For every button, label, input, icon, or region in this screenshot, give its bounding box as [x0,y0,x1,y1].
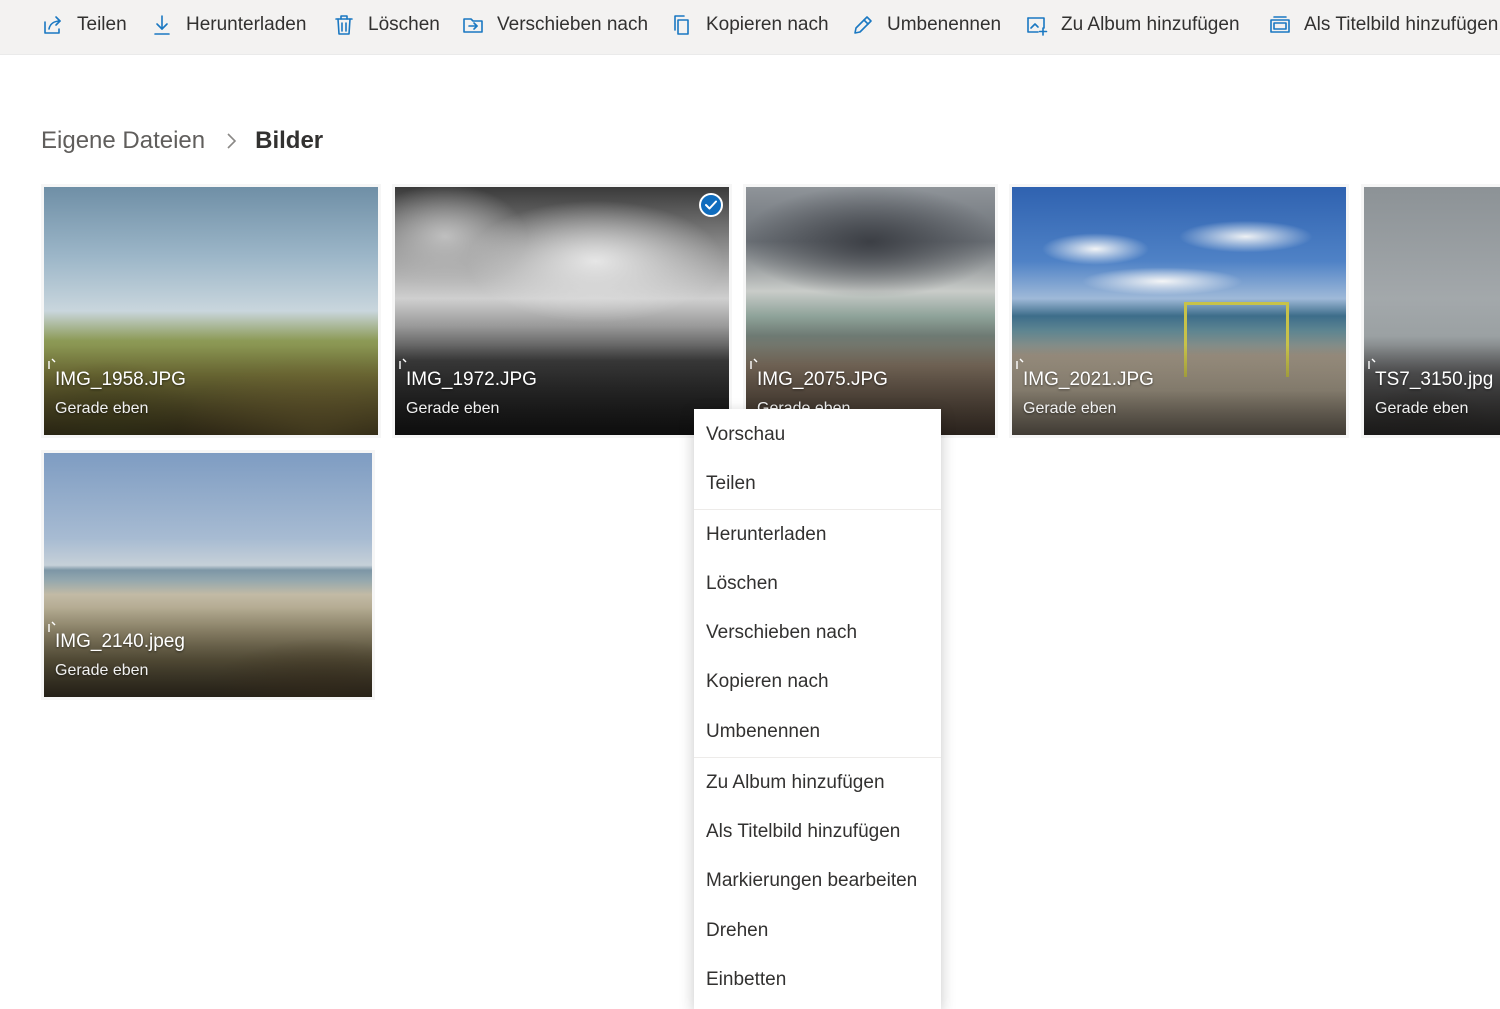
menu-item-move-to[interactable]: Verschieben nach [694,608,941,657]
breadcrumb-current-folder: Bilder [255,127,324,154]
file-tile[interactable]: TS7_3150.jpg Gerade eben [1364,187,1500,435]
file-date: Gerade eben [1023,400,1117,417]
menu-item-set-cover[interactable]: Als Titelbild hinzufügen [694,807,941,856]
menu-item-share[interactable]: Teilen [694,459,941,508]
context-menu: Vorschau Teilen Herunterladen Löschen Ve… [694,409,941,1009]
file-tile-selected[interactable]: IMG_1972.JPG Gerade eben [395,187,729,435]
file-name: IMG_1972.JPG [406,369,537,390]
file-tile[interactable]: IMG_2140.jpeg Gerade eben [44,453,372,697]
file-tile[interactable]: IMG_2021.JPG Gerade eben [1012,187,1346,435]
breadcrumb: Eigene Dateien Bilder [41,124,323,158]
download-icon [154,15,170,35]
set-cover-label: Als Titelbild hinzufügen [1304,14,1499,35]
add-to-album-button[interactable]: Zu Album hinzufügen [1025,0,1240,50]
file-name: IMG_1958.JPG [55,369,186,390]
breadcrumb-my-files[interactable]: Eigene Dateien [41,127,205,155]
file-tile[interactable]: IMG_1958.JPG Gerade eben [44,187,378,435]
copy-icon [674,15,689,35]
move-to-button[interactable]: Verschieben nach [461,0,648,50]
menu-item-download[interactable]: Herunterladen [694,510,941,559]
copy-to-label: Kopieren nach [706,14,829,35]
menu-item-edit-tags[interactable]: Markierungen bearbeiten [694,856,941,905]
menu-item-copy-to[interactable]: Kopieren nach [694,657,941,706]
rename-button[interactable]: Umbenennen [851,0,1001,50]
move-to-icon [463,18,483,33]
pencil-icon [854,16,872,34]
add-to-album-label: Zu Album hinzufügen [1061,14,1240,35]
selected-checkmark-icon[interactable] [699,193,723,217]
file-tile[interactable]: IMG_2075.JPG Gerade eben [746,187,995,435]
file-date: Gerade eben [1375,400,1469,417]
share-button[interactable]: Teilen [41,0,127,50]
file-date: Gerade eben [406,400,500,417]
menu-item-embed[interactable]: Einbetten [694,955,941,1004]
download-button[interactable]: Herunterladen [150,0,306,50]
file-name: IMG_2140.jpeg [55,631,185,652]
copy-to-button[interactable]: Kopieren nach [670,0,829,50]
chevron-right-icon [225,132,237,150]
add-to-album-icon [1027,17,1048,36]
rename-label: Umbenennen [887,14,1002,35]
download-label: Herunterladen [186,14,307,35]
command-bar: Teilen Herunterladen Löschen Verschieben… [0,0,1500,55]
share-label: Teilen [77,14,127,35]
trash-icon [335,15,353,35]
file-name: IMG_2075.JPG [757,369,888,390]
set-cover-button[interactable]: Als Titelbild hinzufügen [1268,0,1498,50]
menu-item-preview[interactable]: Vorschau [694,410,941,459]
menu-item-rotate[interactable]: Drehen [694,906,941,955]
share-icon [44,16,61,34]
menu-item-delete[interactable]: Löschen [694,559,941,608]
file-name: IMG_2021.JPG [1023,369,1154,390]
cover-image-icon [1270,16,1290,33]
delete-label: Löschen [368,14,440,35]
file-name: TS7_3150.jpg [1375,369,1494,390]
file-date: Gerade eben [55,400,149,417]
delete-button[interactable]: Löschen [332,0,440,50]
menu-item-add-to-album[interactable]: Zu Album hinzufügen [694,758,941,807]
menu-item-rename[interactable]: Umbenennen [694,707,941,756]
move-to-label: Verschieben nach [497,14,649,35]
file-date: Gerade eben [55,662,149,679]
